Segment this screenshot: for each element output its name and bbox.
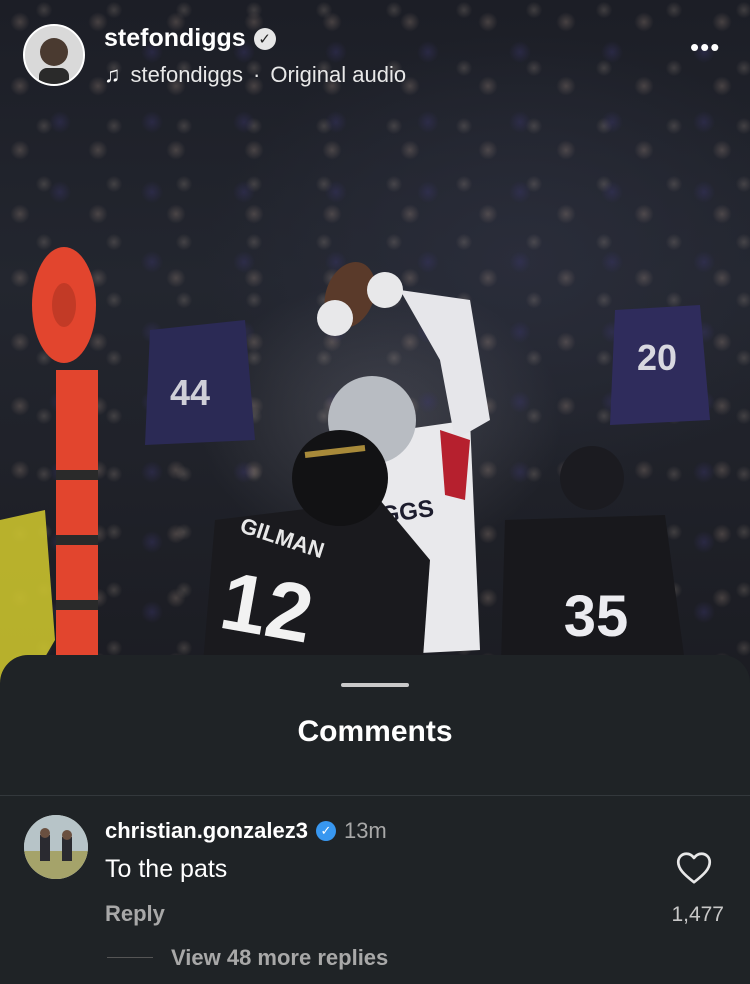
commenter-username[interactable]: christian.gonzalez3	[105, 818, 308, 844]
audio-separator: ·	[253, 62, 261, 87]
audio-owner: stefondiggs	[130, 62, 244, 87]
fan-number-right: 20	[637, 337, 677, 378]
comment-header: christian.gonzalez3 ✓ 13m	[105, 818, 387, 844]
like-count: 1,477	[671, 903, 724, 926]
view-more-replies-button[interactable]: View 48 more replies	[171, 945, 388, 971]
defender-number: 12	[214, 555, 320, 660]
audio-row[interactable]: ♫ stefondiggs · Original audio	[104, 62, 406, 88]
receiver-glove-right	[367, 272, 403, 308]
music-note-icon: ♫	[104, 62, 121, 87]
fan-number-left: 44	[170, 372, 210, 413]
comments-title: Comments	[297, 715, 453, 748]
replies-connector-line	[107, 957, 153, 958]
poster-username-row[interactable]: stefondiggs ✓	[104, 24, 276, 53]
verified-badge-icon: ✓	[315, 821, 336, 841]
more-options-icon[interactable]: •••	[690, 34, 720, 60]
video-player[interactable]: 44 20 IGGS GILMAN 12 35 stefondiggs ✓ ♫ …	[0, 0, 750, 700]
poster-avatar-image	[25, 26, 83, 84]
poster-username[interactable]: stefondiggs	[104, 24, 246, 53]
poster-avatar[interactable]	[23, 24, 85, 86]
comment-timestamp: 13m	[343, 818, 387, 843]
fan-jersey-left: 44	[145, 320, 255, 445]
verified-badge-icon: ✓	[253, 27, 276, 50]
comment-text: To the pats	[105, 855, 228, 883]
receiver-glove-left	[317, 300, 353, 336]
game-scene: 44 20 IGGS GILMAN 12 35	[0, 247, 710, 700]
commenter-avatar-image	[24, 815, 88, 879]
sheet-drag-handle[interactable]	[341, 683, 409, 687]
comments-sheet: Comments christian.gonzalez3 ✓ 13m To th…	[0, 655, 750, 984]
right-player-number: 35	[564, 584, 629, 649]
commenter-avatar[interactable]	[24, 815, 88, 879]
sheet-divider	[0, 795, 750, 796]
audio-label: Original audio	[270, 62, 407, 87]
heart-icon[interactable]	[676, 851, 712, 885]
fan-jersey-right: 20	[610, 305, 710, 425]
reply-button[interactable]: Reply	[105, 901, 165, 927]
